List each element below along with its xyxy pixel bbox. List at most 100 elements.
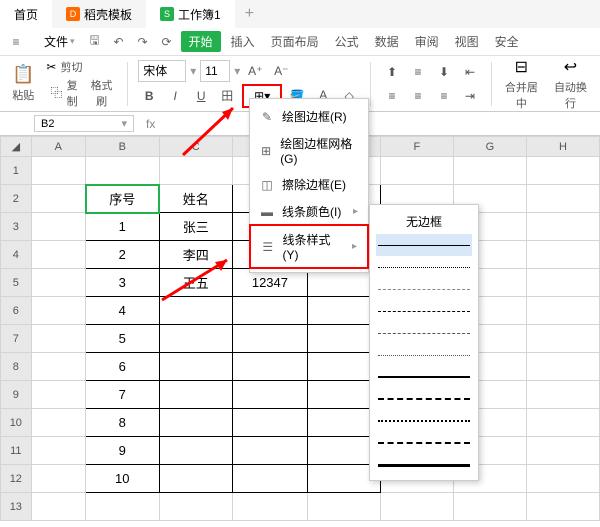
cell[interactable]: 7 [86,381,159,409]
row-header[interactable]: 10 [1,409,32,437]
menu-layout[interactable]: 页面布局 [265,31,325,52]
cell[interactable]: 8 [86,409,159,437]
col-header[interactable]: F [380,137,453,157]
row-header[interactable]: 7 [1,325,32,353]
tab-workbook1[interactable]: S 工作簿1 [146,0,235,28]
cell-reference-box[interactable]: B2 ▾ [34,115,134,132]
line-style-item[interactable] [376,366,472,388]
col-header[interactable]: A [31,137,85,157]
draw-border-grid-item[interactable]: ⊞ 绘图边框网格(G) [250,130,368,171]
line-style-item[interactable] [376,410,472,432]
refresh-icon[interactable]: ⟳ [157,32,177,52]
menu-insert[interactable]: 插入 [225,31,261,52]
row-header[interactable]: 8 [1,353,32,381]
paste-button[interactable]: 📋 粘贴 [6,62,40,105]
select-all-corner[interactable]: ◢ [1,137,32,157]
cell[interactable]: 5 [86,325,159,353]
redo-icon[interactable]: ↷ [133,32,153,52]
line-style-item[interactable] [376,300,472,322]
line-color-item[interactable]: ▬ 线条颜色(I) ▸ [250,198,368,225]
fx-button[interactable]: fx [138,117,163,131]
italic-button[interactable]: I [164,85,186,107]
pencil-icon: ✎ [260,110,274,124]
menu-start[interactable]: 开始 [181,31,221,52]
cell[interactable]: 姓名 [159,185,232,213]
row-header[interactable]: 2 [1,185,32,213]
align-bottom-button[interactable]: ⬇ [433,61,455,83]
col-header[interactable]: G [453,137,526,157]
tab-docer[interactable]: D 稻壳模板 [52,0,146,28]
line-style-item[interactable] [376,388,472,410]
merge-button[interactable]: ⊟ 合并居中 [498,55,545,113]
row-header[interactable]: 1 [1,157,32,185]
cell[interactable]: 6 [86,353,159,381]
align-right-button[interactable]: ≡ [433,85,455,107]
underline-button[interactable]: U [190,85,212,107]
wrap-button[interactable]: ↩ 自动换行 [547,55,594,113]
line-style-submenu: 无边框 [369,204,479,481]
line-style-item[interactable] [376,234,472,256]
format-painter-button[interactable]: 格式刷 [86,77,118,109]
row-header[interactable]: 12 [1,465,32,493]
col-header[interactable]: C [159,137,232,157]
font-increase-button[interactable]: A⁺ [244,60,266,82]
cell[interactable]: 张三 [159,213,232,241]
col-header[interactable]: B [86,137,159,157]
erase-border-item[interactable]: ◫ 擦除边框(E) [250,171,368,198]
align-middle-button[interactable]: ≡ [407,61,429,83]
bold-button[interactable]: B [138,85,160,107]
col-header[interactable]: H [526,137,599,157]
menu-formula[interactable]: 公式 [329,31,365,52]
copy-button[interactable]: ⿻ 复制 [46,77,81,109]
cell[interactable]: 3 [86,269,159,297]
row-header[interactable]: 4 [1,241,32,269]
font-decrease-button[interactable]: A⁻ [270,60,292,82]
font-name-select[interactable]: 宋体 [138,60,186,82]
font-size-select[interactable]: 11 [200,60,230,82]
row-header[interactable]: 9 [1,381,32,409]
align-left-button[interactable]: ≡ [381,85,403,107]
line-style-item[interactable] [376,256,472,278]
line-style-item[interactable] [376,278,472,300]
menu-file[interactable]: 文件▾ [38,31,81,52]
undo-icon[interactable]: ↶ [109,32,129,52]
menu-view[interactable]: 视图 [449,31,485,52]
cell[interactable]: 序号 [86,185,159,213]
cell[interactable]: 9 [86,437,159,465]
cell[interactable]: 2 [86,241,159,269]
row-header[interactable]: 11 [1,437,32,465]
menu-security[interactable]: 安全 [489,31,525,52]
row-header[interactable]: 6 [1,297,32,325]
align-top-button[interactable]: ⬆ [381,61,403,83]
row-header[interactable]: 3 [1,213,32,241]
menu-icon[interactable]: ≡ [6,32,26,52]
menu-data[interactable]: 数据 [369,31,405,52]
align-center-button[interactable]: ≡ [407,85,429,107]
line-style-item[interactable] [376,432,472,454]
draw-border-item[interactable]: ✎ 绘图边框(R) [250,103,368,130]
line-style-item[interactable] [376,344,472,366]
tab-add-button[interactable]: + [235,5,264,23]
row-header[interactable]: 5 [1,269,32,297]
border-dropdown: ✎ 绘图边框(R) ⊞ 绘图边框网格(G) ◫ 擦除边框(E) ▬ 线条颜色(I… [249,98,369,273]
row-header[interactable]: 13 [1,493,32,521]
line-style-item[interactable] [376,322,472,344]
strikethrough-button[interactable]: 田 [216,85,238,107]
eraser-icon: ◫ [260,178,274,192]
cell[interactable]: 王五 [159,269,232,297]
cell[interactable]: 4 [86,297,159,325]
save-icon[interactable]: 🖫 [85,32,105,52]
indent-left-button[interactable]: ⇤ [459,61,481,83]
cut-button[interactable]: ✂ 剪切 [42,59,121,75]
line-none-item[interactable]: 无边框 [376,209,472,234]
copy-icon: ⿻ [50,84,62,101]
cell[interactable]: 李四 [159,241,232,269]
tab-home[interactable]: 首页 [0,0,52,28]
cut-icon: ✂ [46,60,56,74]
cell[interactable]: 10 [86,465,159,493]
indent-right-button[interactable]: ⇥ [459,85,481,107]
menu-review[interactable]: 审阅 [409,31,445,52]
line-style-item[interactable]: ☰ 线条样式(Y) ▸ [249,224,369,269]
cell[interactable]: 1 [86,213,159,241]
line-style-item[interactable] [376,454,472,476]
